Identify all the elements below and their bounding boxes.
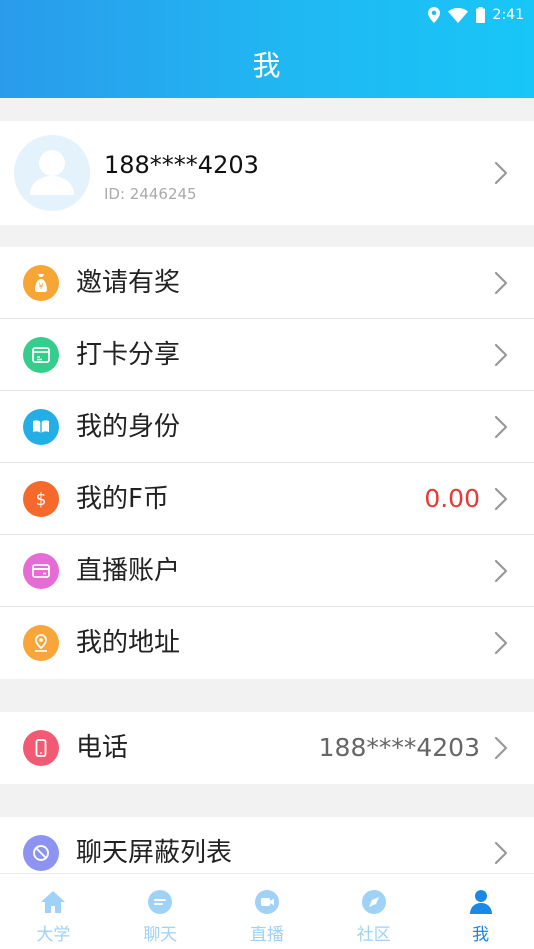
tab-label: 社区 xyxy=(356,925,391,945)
menu-item-address[interactable]: 我的地址 xyxy=(0,607,534,679)
chevron-right-icon xyxy=(494,343,508,367)
home-icon xyxy=(39,888,67,916)
chevron-right-icon xyxy=(494,841,508,865)
tab-me[interactable]: 我 xyxy=(427,874,534,949)
tab-label: 大学 xyxy=(36,925,71,945)
status-bar: 2:41 xyxy=(427,4,524,26)
chevron-right-icon xyxy=(494,487,508,511)
chevron-right-icon xyxy=(494,271,508,295)
location-icon xyxy=(427,7,440,23)
menu-item-f-coin[interactable]: $ 我的F币 0.00 xyxy=(0,463,534,535)
menu-item-label: 我的地址 xyxy=(76,628,181,658)
book-icon xyxy=(23,409,59,445)
svg-text:¥: ¥ xyxy=(38,282,43,291)
chevron-right-icon xyxy=(494,736,508,760)
avatar[interactable] xyxy=(14,135,90,211)
header-bar: 2:41 我 xyxy=(0,0,534,98)
menu-group-main: ¥ 邀请有奖 打卡分享 我的身份 $ 我的F币 0.00 直播账户 我的地址 xyxy=(0,247,534,679)
dollar-coin-icon: $ xyxy=(23,481,59,517)
calendar-check-icon xyxy=(23,337,59,373)
compass-icon xyxy=(360,888,388,916)
phone-value: 188****4203 xyxy=(318,733,480,762)
video-icon xyxy=(253,888,281,916)
menu-item-label: 打卡分享 xyxy=(76,340,181,370)
menu-item-phone[interactable]: 电话 188****4203 xyxy=(0,712,534,784)
card-icon xyxy=(23,553,59,589)
profile-user-id: ID: 2446245 xyxy=(104,185,197,203)
chat-icon xyxy=(146,888,174,916)
wifi-icon xyxy=(447,7,468,23)
chevron-right-icon xyxy=(494,559,508,583)
menu-item-invite[interactable]: ¥ 邀请有奖 xyxy=(0,247,534,319)
menu-item-label: 我的身份 xyxy=(76,412,181,442)
chevron-right-icon xyxy=(494,161,508,185)
menu-item-label: 电话 xyxy=(76,733,129,763)
tab-community[interactable]: 社区 xyxy=(320,874,427,949)
bottom-tab-bar: 大学 聊天 直播 社区 我 xyxy=(0,873,534,949)
status-time: 2:41 xyxy=(492,7,524,23)
tab-label: 聊天 xyxy=(143,925,178,945)
tab-live[interactable]: 直播 xyxy=(214,874,321,949)
chevron-right-icon xyxy=(494,415,508,439)
chevron-right-icon xyxy=(494,631,508,655)
svg-text:$: $ xyxy=(36,490,47,509)
location-pin-icon xyxy=(23,625,59,661)
person-icon xyxy=(467,888,495,916)
tab-university[interactable]: 大学 xyxy=(0,874,107,949)
menu-item-live-account[interactable]: 直播账户 xyxy=(0,535,534,607)
battery-icon xyxy=(475,7,485,23)
phone-icon xyxy=(23,730,59,766)
f-coin-balance: 0.00 xyxy=(424,484,480,513)
menu-item-label: 聊天屏蔽列表 xyxy=(76,838,233,868)
menu-item-label: 邀请有奖 xyxy=(76,268,181,298)
profile-card[interactable]: 188****4203 ID: 2446245 xyxy=(0,121,534,225)
profile-phone: 188****4203 xyxy=(104,151,259,179)
tab-label: 直播 xyxy=(249,925,284,945)
menu-item-label: 直播账户 xyxy=(76,556,181,586)
menu-item-identity[interactable]: 我的身份 xyxy=(0,391,534,463)
default-avatar-icon xyxy=(30,150,74,195)
block-icon xyxy=(23,835,59,871)
page-title: 我 xyxy=(252,49,282,82)
tab-label: 我 xyxy=(472,925,490,945)
menu-item-checkin-share[interactable]: 打卡分享 xyxy=(0,319,534,391)
menu-item-label: 我的F币 xyxy=(76,484,169,514)
menu-group-phone: 电话 188****4203 xyxy=(0,712,534,784)
tab-chat[interactable]: 聊天 xyxy=(107,874,214,949)
money-bag-icon: ¥ xyxy=(23,265,59,301)
